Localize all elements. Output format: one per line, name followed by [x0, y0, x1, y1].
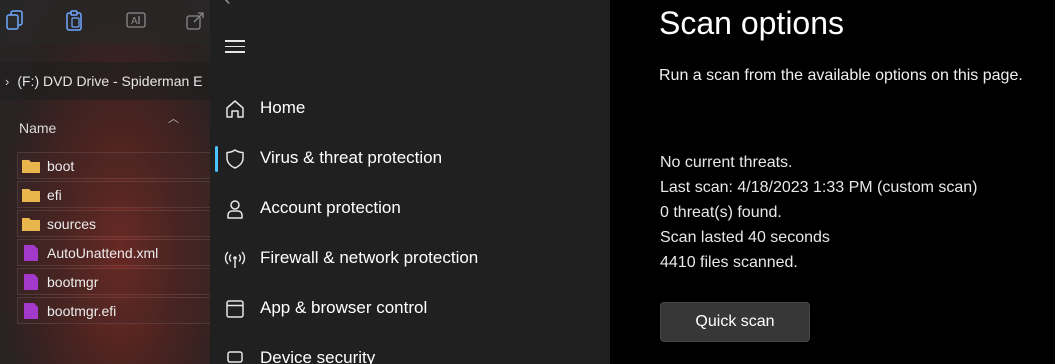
nav-item-app-browser-control[interactable]: App & browser control — [210, 290, 610, 330]
address-path: (F:) DVD Drive - Spiderman E — [17, 73, 203, 89]
svg-text:A: A — [131, 16, 138, 27]
file-name: bootmgr — [47, 273, 99, 290]
file-name: sources — [47, 215, 97, 232]
threats-found: 0 threat(s) found. — [660, 204, 782, 221]
window-icon — [224, 298, 246, 320]
list-item[interactable]: bootmgr.efi — [17, 297, 210, 324]
file-explorer-window: A › (F:) DVD Drive - Spiderman E Name ︿ … — [0, 0, 210, 364]
list-item[interactable]: sources — [17, 210, 210, 237]
laptop-icon — [224, 348, 246, 364]
list-item[interactable]: efi — [17, 181, 210, 208]
nav-item-home[interactable]: Home — [210, 90, 610, 130]
share-icon[interactable] — [184, 8, 208, 32]
list-item[interactable]: bootmgr — [17, 268, 210, 295]
chevron-right-icon[interactable]: › — [5, 74, 9, 89]
selected-indicator — [215, 146, 218, 172]
last-scan-info: Last scan: 4/18/2023 1:33 PM (custom sca… — [660, 179, 978, 196]
nav-item-label: Device security — [260, 348, 376, 364]
file-name: AutoUnattend.xml — [47, 244, 159, 261]
nav-item-label: Firewall & network protection — [260, 248, 479, 267]
scan-options-panel: Scan options Run a scan from the availab… — [610, 0, 1055, 364]
list-item[interactable]: boot — [17, 152, 210, 179]
folder-icon — [21, 215, 41, 233]
nav-item-firewall-network-protection[interactable]: Firewall & network protection — [210, 240, 610, 280]
shield-icon — [224, 148, 246, 170]
scan-status: No current threats. Last scan: 4/18/2023… — [660, 150, 978, 275]
page-title: Scan options — [659, 5, 845, 41]
folder-icon — [21, 157, 41, 175]
nav-item-device-security[interactable]: Device security — [210, 340, 610, 364]
file-icon — [21, 244, 41, 262]
column-header-name[interactable]: Name ︿ — [0, 110, 210, 148]
sort-ascending-icon: ︿ — [168, 113, 179, 125]
file-name: boot — [47, 157, 75, 174]
address-bar[interactable]: › (F:) DVD Drive - Spiderman E — [0, 62, 210, 100]
file-name: efi — [47, 186, 62, 203]
column-name-label: Name — [19, 120, 57, 136]
threat-status: No current threats. — [660, 154, 793, 171]
files-scanned: 4410 files scanned. — [660, 254, 798, 271]
copy-icon[interactable] — [3, 8, 27, 32]
quick-scan-button[interactable]: Quick scan — [660, 302, 810, 342]
explorer-toolbar: A — [0, 0, 210, 44]
home-icon — [224, 98, 246, 120]
rename-icon[interactable]: A — [124, 8, 148, 32]
nav-item-label: Home — [260, 98, 306, 117]
back-arrow-icon[interactable]: ‹ — [224, 0, 231, 11]
security-navigation: ‹ Home Virus & threat protection Account… — [210, 0, 610, 364]
antenna-icon — [224, 248, 246, 270]
list-item[interactable]: AutoUnattend.xml — [17, 239, 210, 266]
hamburger-menu-icon[interactable] — [225, 40, 245, 56]
file-icon — [21, 302, 41, 320]
paste-icon[interactable] — [62, 8, 86, 32]
nav-item-label: Virus & threat protection — [260, 148, 443, 167]
nav-item-label: Account protection — [260, 198, 401, 217]
scan-duration: Scan lasted 40 seconds — [660, 229, 830, 246]
nav-item-virus-threat-protection[interactable]: Virus & threat protection — [210, 140, 610, 180]
file-icon — [21, 273, 41, 291]
folder-icon — [21, 186, 41, 204]
file-name: bootmgr.efi — [47, 302, 117, 319]
person-icon — [224, 198, 246, 220]
page-description: Run a scan from the available options on… — [659, 67, 1023, 84]
file-list: boot efi sources AutoUnattend.xml bootmg… — [17, 152, 210, 326]
nav-item-account-protection[interactable]: Account protection — [210, 190, 610, 230]
nav-item-label: App & browser control — [260, 298, 428, 317]
